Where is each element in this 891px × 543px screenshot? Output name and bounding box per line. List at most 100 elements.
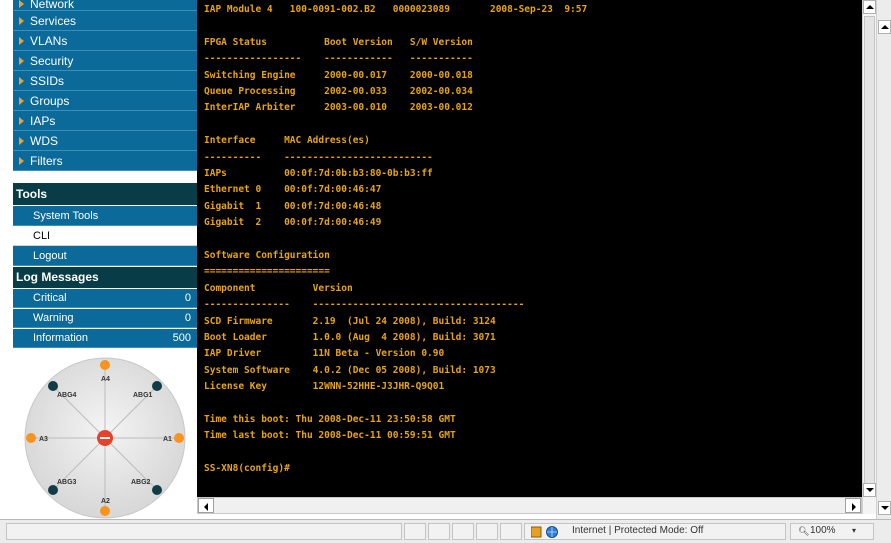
up-arrow-icon <box>866 5 874 9</box>
status-text-pane <box>6 523 402 540</box>
zone-label: Internet | Protected Mode: Off <box>572 525 704 536</box>
left-arrow-icon <box>204 503 208 511</box>
log-item-critical[interactable]: Critical 0 <box>13 289 197 308</box>
arrow-icon <box>19 117 24 125</box>
log-item-information[interactable]: Information 500 <box>13 329 197 348</box>
browser-scroll-up-button[interactable] <box>878 20 891 34</box>
terminal-line: System Software 4.0.2 (Dec 05 2008), Bui… <box>204 364 496 376</box>
sidebar-item-ssids[interactable]: SSIDs <box>13 71 197 91</box>
terminal-line: Ethernet 0 00:0f:7d:00:46:47 <box>204 184 382 196</box>
scroll-right-button[interactable] <box>845 498 861 513</box>
nav-label: VLANs <box>30 34 68 48</box>
log-label: Information <box>33 332 89 344</box>
antenna-label-abg1: ABG1 <box>133 392 153 399</box>
status-pane-2 <box>428 523 450 540</box>
scroll-up-button[interactable] <box>863 0 876 14</box>
tools-header: Tools <box>13 183 197 205</box>
terminal-line: Switching Engine 2000-00.017 2000-00.018 <box>204 69 473 81</box>
terminal-line: IAPs 00:0f:7d:0b:b3:80-0b:b3:ff <box>204 168 433 179</box>
arrow-icon <box>19 17 24 25</box>
terminal-line: Queue Processing 2002-00.033 2002-00.034 <box>204 86 473 97</box>
sub-label: CLI <box>33 230 51 242</box>
right-arrow-icon <box>852 503 856 511</box>
terminal-line: IAP Driver 11N Beta - Version 0.90 <box>204 348 445 360</box>
terminal-line: Software Configuration <box>204 250 330 261</box>
sidebar-item-network[interactable]: Network <box>13 0 197 11</box>
sidebar-item-system-tools[interactable]: System Tools <box>13 206 197 226</box>
nav-label: Groups <box>30 94 70 108</box>
status-pane-5 <box>500 523 522 540</box>
security-icon <box>531 526 542 538</box>
center-minus-mark <box>100 437 110 439</box>
zone-icons <box>531 526 558 538</box>
terminal-line: ---------- -------------------------- <box>204 151 433 163</box>
arrow-icon <box>19 137 24 145</box>
log-label: Warning <box>33 312 74 324</box>
sidebar-item-logout[interactable]: Logout <box>13 246 197 266</box>
sidebar-item-security[interactable]: Security <box>13 51 197 71</box>
sidebar-item-wds[interactable]: WDS <box>13 131 197 151</box>
antenna-a1-icon[interactable] <box>174 433 184 443</box>
log-count: 0 <box>184 292 191 304</box>
sidebar-item-services[interactable]: Services <box>13 11 197 31</box>
sidebar-item-vlans[interactable]: VLANs <box>13 31 197 51</box>
zoom-magnifier-icon: 🔍︎ <box>798 526 810 536</box>
sub-label: Logout <box>33 250 67 262</box>
antenna-a3-icon[interactable] <box>26 433 36 443</box>
cli-terminal[interactable]: IAP Module 4 100-0091-002.B2 0000023089 … <box>197 0 862 497</box>
antenna-a4-icon[interactable] <box>100 360 110 370</box>
sidebar: Network Services VLANs Security SSIDs Gr… <box>0 0 197 519</box>
terminal-line: Boot Loader 1.0.0 (Aug 4 2008), Build: 3… <box>204 332 496 343</box>
terminal-line: InterIAP Arbiter 2003-00.010 2003-00.012 <box>204 102 473 114</box>
log-label: Critical <box>33 292 67 304</box>
scroll-left-button[interactable] <box>198 498 214 513</box>
vertical-scrollbar[interactable] <box>862 0 876 514</box>
sub-label: System Tools <box>33 210 99 222</box>
nav-label: IAPs <box>30 114 56 128</box>
nav-label: Network <box>30 0 75 11</box>
nav-label: Services <box>30 14 77 28</box>
terminal-line: Component Version <box>204 282 353 294</box>
sidebar-item-groups[interactable]: Groups <box>13 91 197 111</box>
antenna-label-abg3: ABG3 <box>57 479 77 486</box>
terminal-line: IAP Module 4 100-0091-002.B2 0000023089 … <box>204 4 588 15</box>
arrow-icon <box>19 57 24 65</box>
nav-label: SSIDs <box>30 74 65 88</box>
terminal-line: SCD Firmware 2.19 (Jul 24 2008), Build: … <box>204 315 496 327</box>
sidebar-item-cli[interactable]: CLI <box>13 226 197 246</box>
nav-label: Filters <box>30 154 63 168</box>
terminal-line: License Key 12WNN-52HHE-J3JHR-Q9Q01 <box>204 381 445 393</box>
status-pane-3 <box>452 523 474 540</box>
down-arrow-icon <box>866 488 874 492</box>
antenna-abg4-icon[interactable] <box>48 381 58 391</box>
antenna-svg: A4 A2 A3 A1 ABG4 ABG1 ABG3 ABG2 <box>24 357 186 519</box>
terminal-line: Time last boot: Thu 2008-Dec-11 00:59:51… <box>204 430 456 442</box>
scroll-thumb[interactable] <box>864 16 875 492</box>
antenna-label-abg2: ABG2 <box>131 479 151 486</box>
antenna-a2-icon[interactable] <box>100 506 110 516</box>
horizontal-scrollbar[interactable] <box>197 497 862 514</box>
arrow-icon <box>19 37 24 45</box>
terminal-line: SS-XN8(config)# <box>204 463 290 475</box>
sidebar-item-iaps[interactable]: IAPs <box>13 111 197 131</box>
log-item-warning[interactable]: Warning 0 <box>13 309 197 328</box>
antenna-abg1-icon[interactable] <box>152 381 162 391</box>
log-messages-header: Log Messages <box>13 267 197 288</box>
arrow-icon <box>19 0 24 8</box>
browser-vertical-scrollbar[interactable] <box>876 0 891 519</box>
terminal-line: Time this boot: Thu 2008-Dec-11 23:50:58… <box>204 414 456 425</box>
antenna-abg3-icon[interactable] <box>48 485 58 495</box>
sidebar-item-filters[interactable]: Filters <box>13 151 197 171</box>
terminal-line: Gigabit 1 00:0f:7d:00:46:48 <box>204 200 382 212</box>
antenna-abg2-icon[interactable] <box>152 485 162 495</box>
scroll-down-button[interactable] <box>863 483 876 497</box>
antenna-label-a3: A3 <box>39 436 48 443</box>
terminal-line: FPGA Status Boot Version S/W Version <box>204 36 473 48</box>
arrow-icon <box>19 157 24 165</box>
browser-scroll-down-button[interactable] <box>878 501 891 515</box>
nav-label: Security <box>30 54 74 68</box>
zoom-dropdown-icon[interactable]: ▾ <box>852 524 856 538</box>
terminal-line: ====================== <box>204 266 330 278</box>
antenna-label-a1: A1 <box>163 436 172 443</box>
antenna-label-a2: A2 <box>101 498 110 505</box>
